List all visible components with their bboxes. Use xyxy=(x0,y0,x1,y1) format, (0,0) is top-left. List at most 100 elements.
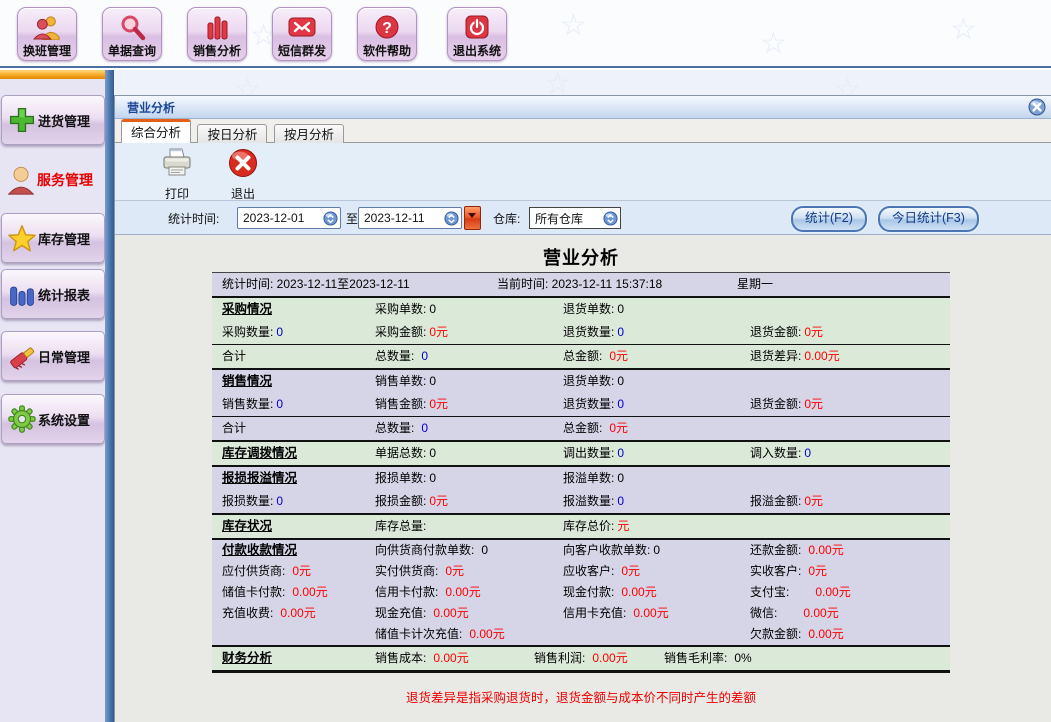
report-cell: 欠款金额:0.00元 xyxy=(750,624,844,645)
exit-system-button[interactable]: 退出系统 xyxy=(447,7,507,61)
report-cell: 统计时间: 2023-12-11至2023-12-11 xyxy=(222,273,410,296)
warehouse-select[interactable]: 所有仓库 xyxy=(529,207,621,229)
report-row: 报损报溢情况报损单数:0报溢单数:0 xyxy=(212,467,950,490)
top-toolbar: ☆ ☆ ☆ ☆ 换班管理 单据查询 xyxy=(0,0,1051,68)
spinner-icon[interactable] xyxy=(603,211,618,226)
report-area: 营业分析 统计时间: 2023-12-11至2023-12-11当前时间: 20… xyxy=(115,235,1051,722)
report-section: 销售情况销售单数:0退货单数:0销售数量:0销售金额:0元退货数量:0退货金额:… xyxy=(212,368,950,440)
sidebar-item-purchase[interactable]: 进货管理 xyxy=(1,95,105,145)
decor-star: ☆ xyxy=(560,8,587,43)
sidebar-item-reports[interactable]: 统计报表 xyxy=(1,269,105,319)
report-row: 充值收费:0.00元现金充值:0.00元信用卡充值:0.00元微信:0.00元 xyxy=(212,603,950,624)
to-label: 至 xyxy=(346,210,358,227)
report-cell: 退货单数:0 xyxy=(563,370,624,393)
report-row: 销售情况销售单数:0退货单数:0 xyxy=(212,370,950,393)
exit-button[interactable]: 退出 xyxy=(215,147,271,197)
shift-management-button[interactable]: 换班管理 xyxy=(17,7,77,61)
business-analysis-window: 营业分析 综合分析 按日分析 按月分析 xyxy=(114,95,1051,722)
report-cell: 采购单数:0 xyxy=(375,298,436,321)
software-help-button[interactable]: ? 软件帮助 xyxy=(357,7,417,61)
report-cell: 退货数量:0 xyxy=(563,321,624,344)
sidebar-item-label: 系统设置 xyxy=(38,410,90,429)
report-cell: 信用卡充值:0.00元 xyxy=(563,603,669,624)
sidebar-item-inventory[interactable]: 库存管理 xyxy=(1,213,105,263)
svg-text:?: ? xyxy=(382,20,392,37)
report-section: 财务分析销售成本:0.00元销售利润:0.00元销售毛利率:0% xyxy=(212,645,950,670)
report-cell: 实付供货商:0元 xyxy=(375,561,464,582)
report-cell: 报损数量:0 xyxy=(222,490,283,513)
report-cell: 现金充值:0.00元 xyxy=(375,603,469,624)
section-title: 库存状况 xyxy=(222,515,272,538)
report-cell: 当前时间: 2023-12-11 15:37:18 xyxy=(497,273,662,296)
filter-bar: 统计时间: 2023-12-01 至 2023-12-11 xyxy=(115,201,1051,235)
gear-icon xyxy=(6,404,38,434)
window-title: 营业分析 xyxy=(127,99,175,116)
date-dropdown-button[interactable] xyxy=(464,206,481,230)
section-title: 库存调拨情况 xyxy=(222,442,297,465)
button-label: 短信群发 xyxy=(278,42,326,60)
document-query-button[interactable]: 单据查询 xyxy=(102,7,162,61)
sidebar-divider xyxy=(105,70,114,722)
date-from-input[interactable]: 2023-12-01 xyxy=(237,207,341,229)
tab-monthly-analysis[interactable]: 按月分析 xyxy=(274,124,344,145)
sms-icon xyxy=(287,12,317,42)
report-cell: 报溢金额:0元 xyxy=(750,490,823,513)
report-section: 付款收款情况向供货商付款单数:0向客户收款单数:0还款金额:0.00元应付供货商… xyxy=(212,538,950,645)
report-cell: 充值收费:0.00元 xyxy=(222,603,316,624)
bar-chart-icon xyxy=(203,12,231,42)
report-row: 应付供货商:0元实付供货商:0元应收客户:0元实收客户:0元 xyxy=(212,561,950,582)
report-cell: 还款金额:0.00元 xyxy=(750,540,844,561)
report-cell: 总数量:0 xyxy=(375,345,428,368)
report-cell: 退货单数:0 xyxy=(563,298,624,321)
decor-star: ☆ xyxy=(760,26,787,61)
section-title: 报损报溢情况 xyxy=(222,467,297,490)
report-cell: 报溢数量:0 xyxy=(563,490,624,513)
close-icon[interactable] xyxy=(1028,98,1046,116)
report-cell: 销售单数:0 xyxy=(375,370,436,393)
report-row: 储值卡付款:0.00元信用卡付款:0.00元现金付款:0.00元支付宝:0.00… xyxy=(212,582,950,603)
report-row: 报损数量:0报损金额:0元报溢数量:0报溢金额:0元 xyxy=(212,490,950,513)
report-cell: 总金额:0元 xyxy=(563,417,628,440)
report-cell: 单据总数:0 xyxy=(375,442,436,465)
section-title: 付款收款情况 xyxy=(222,540,297,561)
sidebar-item-daily[interactable]: 日常管理 xyxy=(1,331,105,381)
report-cell: 退货数量:0 xyxy=(563,393,624,416)
sidebar-item-service[interactable]: 服务管理 xyxy=(1,153,103,207)
sidebar: 进货管理 服务管理 库存管理 xyxy=(0,79,105,722)
report-cell: 实收客户:0元 xyxy=(750,561,827,582)
report-cell: 储值卡计次充值:0.00元 xyxy=(375,624,505,645)
tab-summary-analysis[interactable]: 综合分析 xyxy=(121,119,191,145)
app-screen: ☆ ☆ ☆ ☆ 换班管理 单据查询 xyxy=(0,0,1051,722)
analysis-tabbar: 综合分析 按日分析 按月分析 xyxy=(115,119,1051,143)
report-row: 财务分析销售成本:0.00元销售利润:0.00元销售毛利率:0% xyxy=(212,647,950,670)
report-cell: 退货金额:0元 xyxy=(750,393,823,416)
exit-cross-icon xyxy=(227,147,259,184)
sidebar-item-label: 进货管理 xyxy=(38,111,90,130)
report-row: 合计总数量:0总金额:0元 xyxy=(212,416,950,440)
report-row: 统计时间: 2023-12-11至2023-12-11 当前时间: 2023-12… xyxy=(212,273,950,296)
sms-broadcast-button[interactable]: 短信群发 xyxy=(272,7,332,61)
report-row: 采购情况采购单数:0退货单数:0 xyxy=(212,298,950,321)
report-cell: 现金付款:0.00元 xyxy=(563,582,657,603)
star-icon xyxy=(6,223,38,253)
spinner-icon[interactable] xyxy=(444,211,459,226)
tab-daily-analysis[interactable]: 按日分析 xyxy=(197,124,267,145)
stat-f2-button[interactable]: 统计(F2) xyxy=(791,206,867,232)
spinner-icon[interactable] xyxy=(323,211,338,226)
report-cell: 应付供货商:0元 xyxy=(222,561,311,582)
report-cell: 报损单数:0 xyxy=(375,467,436,490)
person-icon xyxy=(5,163,37,197)
date-from-value: 2023-12-01 xyxy=(238,211,323,225)
report-cell: 储值卡付款:0.00元 xyxy=(222,582,328,603)
warehouse-value: 所有仓库 xyxy=(530,210,603,227)
report-cell: 合计 xyxy=(222,417,246,440)
report-cell: 调出数量:0 xyxy=(563,442,624,465)
today-stat-f3-button[interactable]: 今日统计(F3) xyxy=(878,206,979,232)
date-to-input[interactable]: 2023-12-11 xyxy=(358,207,462,229)
sidebar-item-settings[interactable]: 系统设置 xyxy=(1,394,105,444)
report-section: 采购情况采购单数:0退货单数:0采购数量:0采购金额:0元退货数量:0退货金额:… xyxy=(212,296,950,368)
report-footnote: 退货差异是指采购退货时，退货金额与成本价不同时产生的差额 xyxy=(212,687,950,706)
print-button[interactable]: 打印 xyxy=(149,147,205,197)
time-range-label: 统计时间: xyxy=(168,210,219,227)
sales-analysis-button[interactable]: 销售分析 xyxy=(187,7,247,61)
